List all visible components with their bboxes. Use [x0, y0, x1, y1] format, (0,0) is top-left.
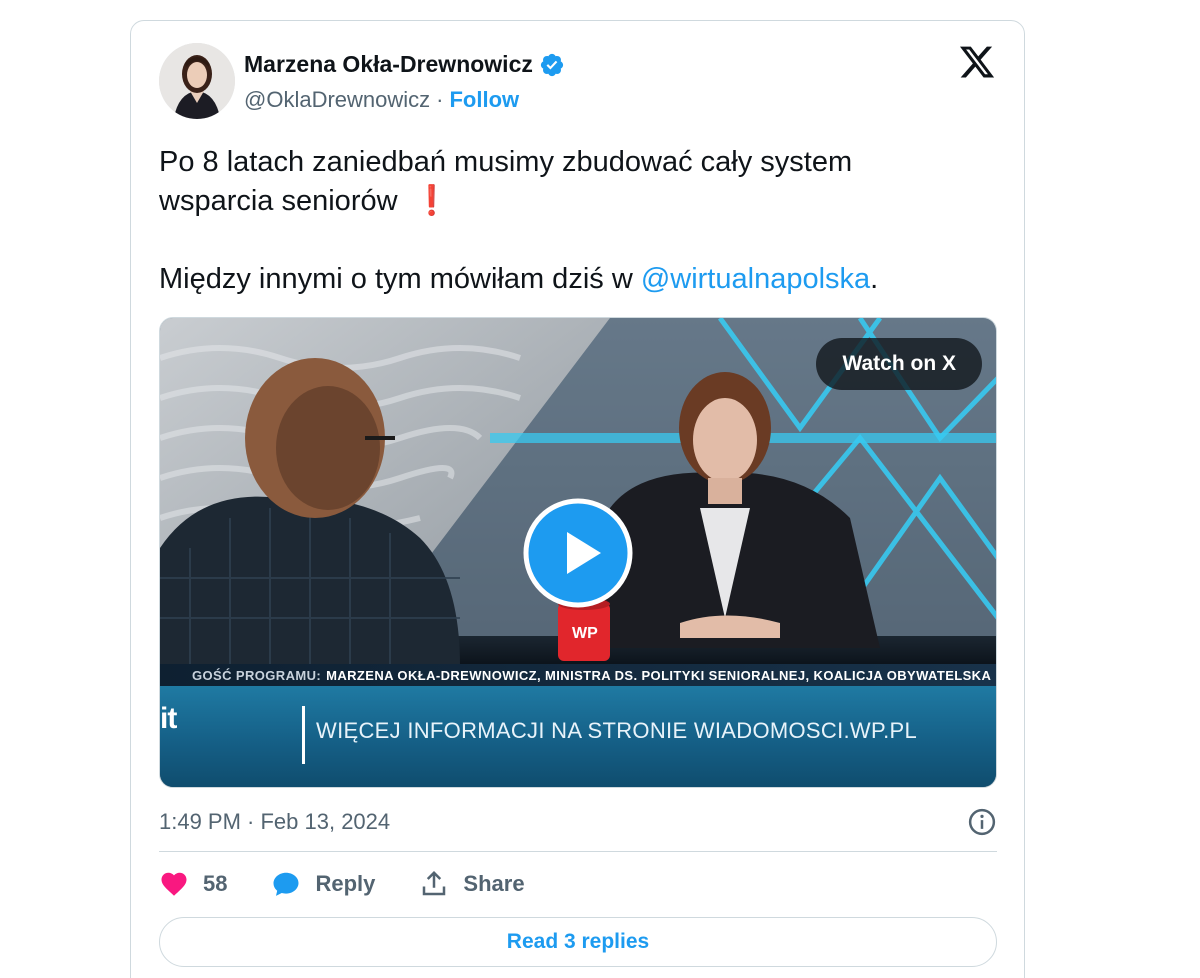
divider	[159, 851, 997, 852]
tweet-text-line-3-prefix: Między innymi o tym mówiłam dziś w	[159, 263, 633, 295]
verified-badge-icon	[540, 53, 563, 76]
lower-third-text: MARZENA OKŁA-DREWNOWICZ, MINISTRA DS. PO…	[326, 667, 992, 683]
reply-button[interactable]: Reply	[271, 869, 375, 899]
avatar[interactable]	[159, 43, 235, 119]
share-label: Share	[463, 871, 525, 896]
action-bar: 58 Reply Share	[159, 869, 569, 899]
meta-row: 1:49 PM · Feb 13, 2024	[159, 807, 997, 837]
play-icon[interactable]	[523, 498, 633, 608]
author-name[interactable]: Marzena Okła-Drewnowicz	[244, 51, 533, 78]
share-button[interactable]: Share	[419, 869, 525, 899]
avatar-image	[159, 43, 235, 119]
read-replies-button[interactable]: Read 3 replies	[159, 917, 997, 967]
exclamation-emoji-icon: ❗	[413, 185, 450, 217]
author-handle[interactable]: @OklaDrewnowicz	[244, 87, 430, 113]
heart-icon	[161, 872, 187, 896]
lower-bar-divider	[302, 706, 305, 764]
like-button[interactable]: 58	[159, 869, 227, 899]
tweet-text-line-3-suffix: .	[870, 263, 879, 295]
like-count: 58	[203, 871, 228, 896]
lower-third-name: GOŚĆ PROGRAMU: MARZENA OKŁA-DREWNOWICZ, …	[160, 664, 996, 686]
reply-bubble-icon	[273, 872, 299, 896]
lower-info-bar: it WIĘCEJ INFORMACJI NA STRONIE WIADOMOS…	[160, 686, 996, 787]
mention-link[interactable]: @wirtualnapolska	[641, 263, 870, 295]
lower-third-label: GOŚĆ PROGRAMU:	[192, 667, 322, 683]
channel-logo-fragment: it	[160, 702, 177, 735]
share-icon	[423, 870, 446, 896]
timestamp[interactable]: 1:49 PM · Feb 13, 2024	[159, 809, 390, 835]
lower-bar-info: WIĘCEJ INFORMACJI NA STRONIE WIADOMOSCI.…	[316, 718, 918, 743]
follow-button[interactable]: Follow	[449, 87, 519, 113]
mug-logo: WP	[572, 625, 598, 642]
video-player[interactable]: WP GOŚĆ PROGRAMU: MARZENA OKŁA-DREWNOWIC…	[159, 317, 997, 788]
info-icon[interactable]	[967, 807, 997, 837]
author-handle-row: @OklaDrewnowicz · Follow	[244, 87, 519, 113]
tweet-text: Po 8 latach zaniedbań musimy zbudować ca…	[159, 143, 979, 299]
watch-on-x-button[interactable]: Watch on X	[816, 338, 982, 390]
tweet-text-line-2-text: wsparcia seniorów	[159, 185, 398, 217]
author-name-row: Marzena Okła-Drewnowicz	[244, 51, 565, 78]
tweet-text-line-2: wsparcia seniorów ❗	[159, 182, 979, 221]
tweet-card: Marzena Okła-Drewnowicz @OklaDrewnowicz …	[130, 20, 1025, 978]
handle-separator: ·	[436, 87, 444, 112]
x-logo-icon[interactable]	[958, 43, 996, 81]
tweet-text-line-1: Po 8 latach zaniedbań musimy zbudować ca…	[159, 146, 853, 178]
tweet-text-line-3: Między innymi o tym mówiłam dziś w @wirt…	[159, 260, 979, 299]
reply-label: Reply	[315, 871, 376, 896]
